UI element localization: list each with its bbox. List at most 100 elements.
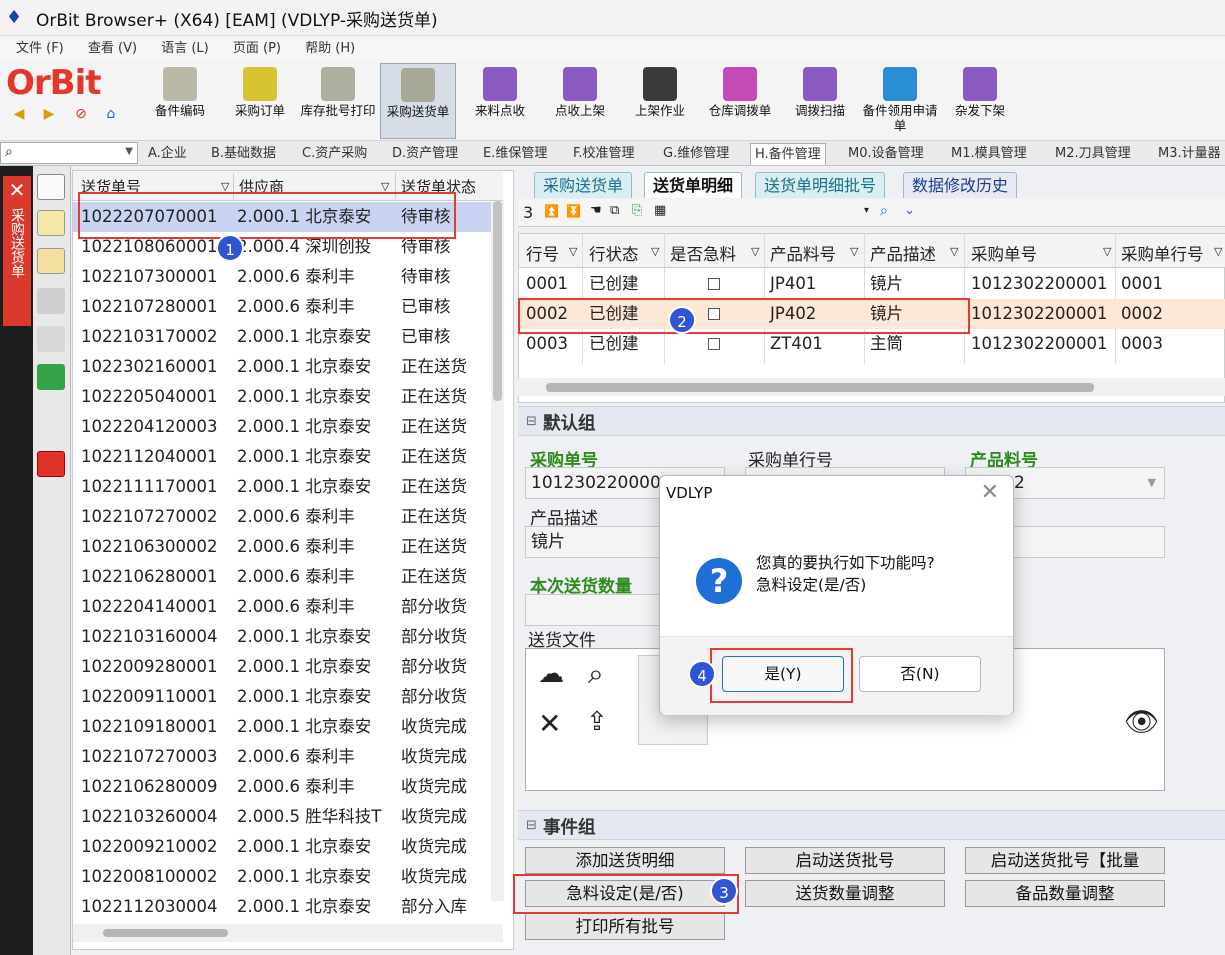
- print-all-batches-button[interactable]: 打印所有批号: [525, 913, 725, 940]
- add-detail-button[interactable]: 添加送货明细: [525, 847, 725, 874]
- delete-x-icon[interactable]: ✕: [538, 707, 561, 740]
- table-row[interactable]: 1022112040001 2.000.1 北京泰安 正在送货: [73, 442, 493, 472]
- collapse-icon[interactable]: ⊟: [526, 818, 537, 833]
- scrollbar-thumb[interactable]: [493, 201, 502, 401]
- toolbar-shelving-job[interactable]: 上架作业: [622, 63, 698, 139]
- first-record-icon[interactable]: ⏫: [544, 204, 559, 218]
- menu-view[interactable]: 查看 (V): [88, 37, 137, 61]
- spare-qty-adjust-button[interactable]: 备品数量调整: [965, 880, 1165, 907]
- check-icon[interactable]: [37, 364, 65, 390]
- col-line-no[interactable]: 行号: [526, 241, 559, 265]
- table-row[interactable]: 1022009280001 2.000.1 北京泰安 部分收货: [73, 652, 493, 682]
- filter-icon[interactable]: ▽: [850, 245, 858, 258]
- table-row[interactable]: 1022109180001 2.000.1 北京泰安 收货完成: [73, 712, 493, 742]
- toolbar-spare-requisition[interactable]: 备件领用申请单: [862, 63, 938, 139]
- module-tab-d[interactable]: D.资产管理: [392, 143, 458, 165]
- table-row[interactable]: 1022205040001 2.000.1 北京泰安 正在送货: [73, 382, 493, 412]
- module-tab-f[interactable]: F.校准管理: [573, 143, 635, 165]
- col-line-status[interactable]: 行状态: [589, 241, 639, 265]
- module-tab-e[interactable]: E.维保管理: [483, 143, 547, 165]
- toolbar-purchase-delivery[interactable]: 采购送货单: [380, 63, 456, 139]
- collapse-icon[interactable]: ⊟: [526, 414, 537, 429]
- col-part-desc[interactable]: 产品描述: [870, 241, 936, 265]
- filter-icon[interactable]: ▽: [1214, 245, 1222, 258]
- download-cloud-icon[interactable]: ☁: [538, 659, 564, 689]
- table-row[interactable]: 1022106300002 2.000.6 泰利丰 正在送货: [73, 532, 493, 562]
- toolbar-transfer-scan[interactable]: 调拨扫描: [782, 63, 858, 139]
- table-row[interactable]: 1022111170001 2.000.1 北京泰安 正在送货: [73, 472, 493, 502]
- back-arrow-icon[interactable]: ◀: [10, 105, 28, 123]
- hand-icon[interactable]: ☚: [590, 203, 602, 218]
- qty-adjust-button[interactable]: 送货数量调整: [745, 880, 945, 907]
- start-batch-bulk-button[interactable]: 启动送货批号【批量: [965, 847, 1165, 874]
- table-row[interactable]: 1022112030004 2.000.1 北京泰安 部分入库: [73, 892, 493, 922]
- module-search-input[interactable]: ⌕ ▼: [0, 142, 138, 164]
- toolbar-spare-part-code[interactable]: 备件编码: [142, 63, 218, 139]
- table-row[interactable]: 1022103260004 2.000.5 胜华科技T 收货完成: [73, 802, 493, 832]
- chevron-down-icon[interactable]: ▼: [125, 146, 133, 157]
- module-tab-b[interactable]: B.基础数据: [211, 143, 276, 165]
- tab-delivery-batch[interactable]: 送货单明细批号: [755, 172, 886, 198]
- col-part-no[interactable]: 产品料号: [770, 241, 836, 265]
- module-tab-a[interactable]: A.企业: [148, 143, 187, 165]
- col-po-line[interactable]: 采购单行号: [1121, 241, 1204, 265]
- toolbar-warehouse-transfer[interactable]: 仓库调拨单: [702, 63, 778, 139]
- tab-purchase-delivery[interactable]: 采购送货单: [534, 172, 633, 198]
- scrollbar-thumb[interactable]: [546, 383, 1094, 392]
- delete-icon[interactable]: [37, 288, 65, 314]
- module-tab-h[interactable]: H.备件管理: [750, 143, 826, 165]
- table-icon[interactable]: ▦: [654, 203, 666, 218]
- toolbar-purchase-order[interactable]: 采购订单: [222, 63, 298, 139]
- toolbar-batch-print[interactable]: 库存批号打印: [300, 63, 376, 139]
- eye-icon[interactable]: 👁: [1124, 705, 1160, 738]
- table-row[interactable]: 1022204120003 2.000.1 北京泰安 正在送货: [73, 412, 493, 442]
- module-tab-c[interactable]: C.资产采购: [302, 143, 367, 165]
- last-record-icon[interactable]: ⏬: [566, 204, 581, 218]
- col-urgent[interactable]: 是否急料: [670, 241, 736, 265]
- close-icon[interactable]: ✕: [981, 480, 999, 505]
- table-row[interactable]: 0001 已创建 JP401 镜片 1012302200001 0001: [519, 269, 1225, 299]
- table-row[interactable]: 1022204140001 2.000.6 泰利丰 部分收货: [73, 592, 493, 622]
- filter-icon[interactable]: ▽: [751, 245, 759, 258]
- stop-icon[interactable]: ⊘: [72, 105, 90, 123]
- menu-language[interactable]: 语言 (L): [161, 37, 209, 61]
- tab-delivery-detail[interactable]: 送货单明细: [644, 172, 743, 198]
- table-row[interactable]: 1022107280001 2.000.6 泰利丰 已审核: [73, 292, 493, 322]
- tab-data-history[interactable]: 数据修改历史: [903, 172, 1018, 198]
- toolbar-incoming-receive[interactable]: 来料点收: [462, 63, 538, 139]
- search-icon[interactable]: ⌕: [588, 657, 604, 691]
- table-row[interactable]: 1022106280009 2.000.6 泰利丰 收货完成: [73, 772, 493, 802]
- search-icon[interactable]: ⌕: [880, 203, 888, 219]
- expand-down-icon[interactable]: ⌄: [904, 203, 915, 218]
- module-tab-g[interactable]: G.维修管理: [663, 143, 729, 165]
- filter-icon[interactable]: ▽: [569, 245, 577, 258]
- horizontal-scrollbar[interactable]: [518, 378, 1225, 396]
- copy-icon[interactable]: [37, 210, 65, 236]
- default-group-header[interactable]: ⊟ 默认组: [518, 406, 1225, 436]
- col-po-no[interactable]: 采购单号: [971, 241, 1037, 265]
- module-tab-m2[interactable]: M2.刀具管理: [1055, 143, 1131, 165]
- event-group-header[interactable]: ⊟ 事件组: [518, 810, 1225, 840]
- module-tab-m1[interactable]: M1.模具管理: [951, 143, 1027, 165]
- copy-rows-icon[interactable]: ⧉: [610, 203, 619, 218]
- new-document-icon[interactable]: [37, 174, 65, 200]
- table-row[interactable]: 1022107270002 2.000.6 泰利丰 正在送货: [73, 502, 493, 532]
- home-icon[interactable]: ⌂: [102, 105, 120, 123]
- urgent-checkbox[interactable]: [708, 338, 720, 350]
- side-tab-purchase-delivery[interactable]: ✕ 采购送货单: [3, 176, 31, 326]
- module-tab-m3[interactable]: M3.计量器: [1158, 143, 1221, 165]
- module-tab-m0[interactable]: M0.设备管理: [848, 143, 924, 165]
- table-row[interactable]: 1022103160004 2.000.1 北京泰安 部分收货: [73, 622, 493, 652]
- table-row[interactable]: 1022008100002 2.000.1 北京泰安 收货完成: [73, 862, 493, 892]
- horizontal-scrollbar[interactable]: [73, 924, 503, 942]
- edit-icon[interactable]: [37, 248, 65, 274]
- chevron-down-icon[interactable]: ▼: [1148, 468, 1156, 498]
- vertical-scrollbar[interactable]: [491, 201, 504, 901]
- table-row[interactable]: 1022302160001 2.000.1 北京泰安 正在送货: [73, 352, 493, 382]
- close-icon[interactable]: ✕: [3, 178, 31, 202]
- no-button[interactable]: 否(N): [859, 656, 981, 692]
- table-row[interactable]: 1022106280001 2.000.6 泰利丰 正在送货: [73, 562, 493, 592]
- scrollbar-thumb[interactable]: [103, 929, 228, 937]
- export-icon[interactable]: ⎘: [632, 203, 642, 218]
- table-row[interactable]: 1022009210002 2.000.1 北京泰安 收货完成: [73, 832, 493, 862]
